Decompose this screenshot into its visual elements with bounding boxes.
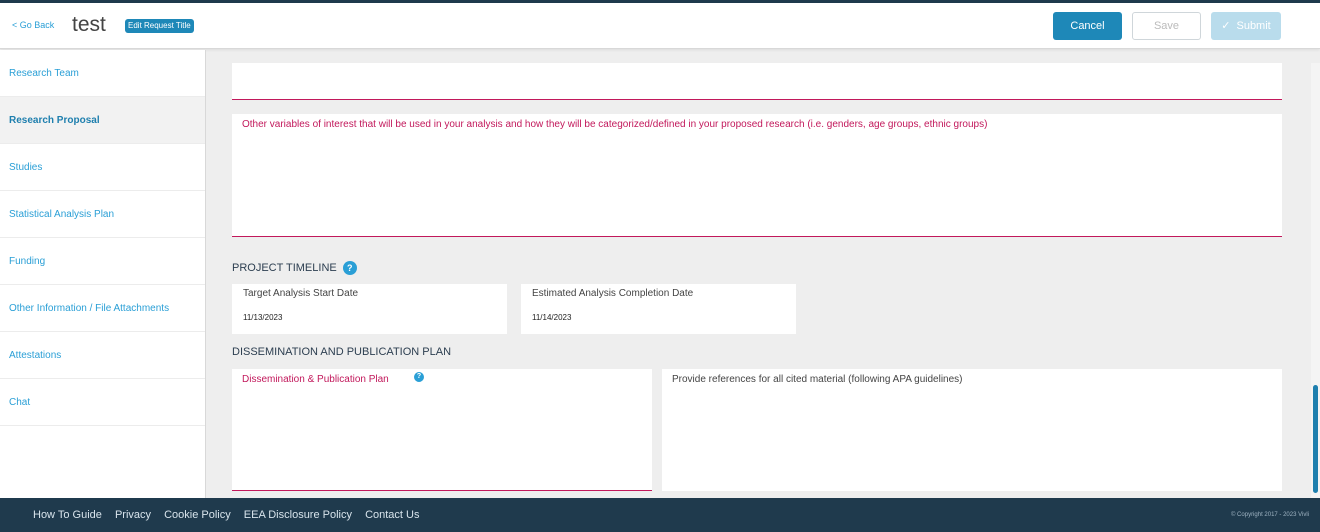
- other-variables-label: Other variables of interest that will be…: [242, 119, 988, 130]
- footer-link-privacy[interactable]: Privacy: [115, 509, 151, 521]
- sidebar-item-attestations[interactable]: Attestations: [0, 332, 205, 379]
- project-timeline-heading: PROJECT TIMELINE ?: [232, 261, 357, 275]
- other-variables-textarea[interactable]: Other variables of interest that will be…: [232, 114, 1282, 237]
- footer: How To Guide Privacy Cookie Policy EEA D…: [0, 498, 1320, 532]
- target-start-date-value: 11/13/2023: [243, 313, 283, 322]
- submit-button[interactable]: ✓ Submit: [1211, 12, 1281, 40]
- sidebar-item-other-information[interactable]: Other Information / File Attachments: [0, 285, 205, 332]
- footer-link-how-to-guide[interactable]: How To Guide: [33, 509, 102, 521]
- target-start-date-label: Target Analysis Start Date: [243, 288, 359, 299]
- references-textarea[interactable]: Provide references for all cited materia…: [662, 369, 1282, 491]
- completion-date-label: Estimated Analysis Completion Date: [532, 288, 694, 299]
- header: < Go Back test Edit Request Title Cancel…: [0, 3, 1320, 49]
- footer-link-eea-disclosure[interactable]: EEA Disclosure Policy: [244, 509, 352, 521]
- previous-textarea[interactable]: [232, 63, 1282, 100]
- help-icon[interactable]: ?: [342, 261, 357, 275]
- check-icon: ✓: [1221, 20, 1231, 32]
- copyright-text: © Copyright 2017 - 2023 Vivli: [1230, 512, 1309, 518]
- edit-request-title-button[interactable]: Edit Request Title: [125, 19, 194, 33]
- submit-label: Submit: [1236, 20, 1271, 32]
- sidebar-item-research-proposal[interactable]: Research Proposal: [0, 97, 205, 144]
- dissemination-plan-label: Dissemination & Publication Plan: [242, 374, 389, 385]
- target-start-date-field[interactable]: Target Analysis Start Date 11/13/2023: [232, 284, 507, 334]
- sidebar-item-statistical-analysis-plan[interactable]: Statistical Analysis Plan: [0, 191, 205, 238]
- cancel-button[interactable]: Cancel: [1053, 12, 1122, 40]
- footer-link-contact-us[interactable]: Contact Us: [365, 509, 419, 521]
- sidebar-item-chat[interactable]: Chat: [0, 379, 205, 426]
- dissemination-plan-textarea[interactable]: Dissemination & Publication Plan ?: [232, 369, 652, 491]
- main-content: Other variables of interest that will be…: [206, 50, 1310, 498]
- completion-date-field[interactable]: Estimated Analysis Completion Date 11/14…: [521, 284, 796, 334]
- footer-links: How To Guide Privacy Cookie Policy EEA D…: [33, 509, 429, 521]
- sidebar-item-research-team[interactable]: Research Team: [0, 50, 205, 97]
- page-title: test: [72, 13, 106, 36]
- completion-date-value: 11/14/2023: [532, 313, 572, 322]
- project-timeline-title: PROJECT TIMELINE: [232, 261, 337, 274]
- sidebar-nav: Research Team Research Proposal Studies …: [0, 50, 206, 498]
- help-icon[interactable]: ?: [414, 372, 424, 382]
- sidebar-item-funding[interactable]: Funding: [0, 238, 205, 285]
- scrollbar-thumb[interactable]: [1313, 385, 1318, 493]
- footer-link-cookie-policy[interactable]: Cookie Policy: [164, 509, 231, 521]
- dissemination-heading: DISSEMINATION AND PUBLICATION PLAN: [232, 346, 452, 358]
- go-back-link[interactable]: < Go Back: [12, 20, 54, 30]
- scrollbar[interactable]: [1311, 63, 1320, 498]
- sidebar-item-studies[interactable]: Studies: [0, 144, 205, 191]
- save-button[interactable]: Save: [1132, 12, 1201, 40]
- references-label: Provide references for all cited materia…: [672, 374, 963, 385]
